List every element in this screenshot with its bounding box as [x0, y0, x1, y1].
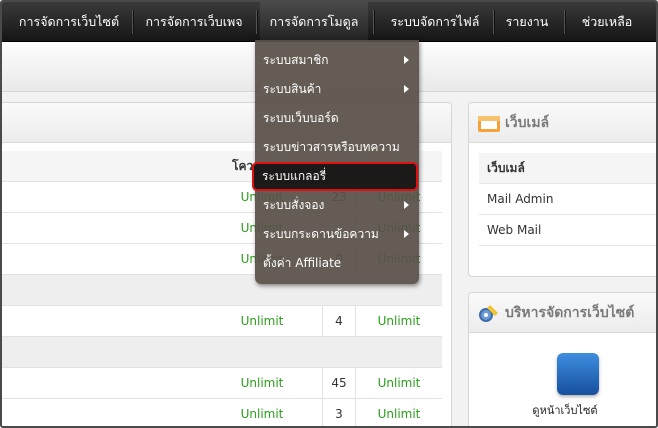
menu-item-label: ระบบสั่งจอง — [263, 198, 325, 212]
menu-item-label: ระบบกระดานข้อความ — [263, 227, 379, 241]
nav-separator — [373, 10, 374, 34]
nav-item-website-management[interactable]: การจัดการเว็บไซต์ — [10, 2, 128, 42]
table-row: Unlimit 3 Unlimit — [2, 399, 442, 426]
quota-limit-cell: Unlimit — [355, 399, 442, 426]
site-admin-panel: บริหารจัดการเว็บไซต์ ดูหน้าเว็บไซต์ — [468, 292, 656, 426]
webmail-column-header: เว็บเมล์ — [479, 153, 656, 184]
menu-item-label: ระบบข่าวสารหรือบทความ — [263, 140, 400, 154]
count-cell: 45 — [322, 368, 355, 399]
nav-separator — [564, 10, 565, 34]
submenu-arrow-icon — [404, 230, 409, 238]
webmail-panel: เว็บเมล์ เว็บเมล์ Mail Admin Web Mail — [468, 102, 656, 277]
menu-item-news-system[interactable]: ระบบข่าวสารหรือบทความ — [255, 133, 419, 162]
nav-separator — [493, 10, 494, 34]
menu-item-label: ระบบเว็บบอร์ด — [263, 111, 339, 125]
menu-item-affiliate-settings[interactable]: ตั้งค่า Affiliate — [255, 249, 419, 278]
submenu-arrow-icon — [404, 201, 409, 209]
menu-item-label: ตั้งค่า Affiliate — [263, 256, 342, 270]
menu-item-product-system[interactable]: ระบบสินค้า — [255, 75, 419, 104]
nav-item-webpage-management[interactable]: การจัดการเว็บเพจ — [138, 2, 250, 42]
quota-limit-cell: Unlimit — [355, 306, 442, 337]
quota-limit-cell: Unlimit — [355, 368, 442, 399]
nav-item-help[interactable]: ช่วยเหลือ — [568, 2, 646, 42]
globe-icon[interactable] — [557, 353, 599, 395]
submenu-arrow-icon — [404, 56, 409, 64]
nav-item-file-management[interactable]: ระบบจัดการไฟล์ — [380, 2, 490, 42]
menu-item-webboard-system[interactable]: ระบบเว็บบอร์ด — [255, 104, 419, 133]
table-group-row — [2, 337, 442, 368]
menu-item-message-board-system[interactable]: ระบบกระดานข้อความ — [255, 220, 419, 249]
view-site-link[interactable]: ดูหน้าเว็บไซต์ — [469, 401, 656, 419]
count-cell: 3 — [322, 399, 355, 426]
site-admin-panel-title: บริหารจัดการเว็บไซต์ — [505, 305, 635, 321]
submenu-arrow-icon — [404, 85, 409, 93]
nav-separator — [256, 10, 257, 34]
menu-item-member-system[interactable]: ระบบสมาชิก — [255, 46, 419, 75]
gear-pencil-icon — [479, 305, 498, 322]
menu-item-gallery-system[interactable]: ระบบแกลอรี่ — [252, 162, 418, 191]
nav-item-module-management[interactable]: การจัดการโมดูล — [260, 2, 368, 42]
table-row: Unlimit 45 Unlimit — [2, 368, 442, 399]
menu-item-label: ระบบสมาชิก — [263, 53, 329, 67]
mail-folder-icon — [478, 116, 500, 132]
webmail-link-web-mail[interactable]: Web Mail — [479, 215, 656, 246]
menu-item-label: ระบบแกลอรี่ — [262, 169, 327, 183]
top-navigation-bar: การจัดการเว็บไซต์ การจัดการเว็บเพจ การจั… — [2, 2, 656, 42]
table-row: Unlimit 4 Unlimit — [2, 306, 442, 337]
webmail-panel-title: เว็บเมล์ — [505, 115, 550, 131]
count-cell: 4 — [322, 306, 355, 337]
menu-item-label: ระบบสินค้า — [263, 82, 322, 96]
webmail-link-mail-admin[interactable]: Mail Admin — [479, 184, 656, 215]
app-window: การจัดการเว็บไซต์ การจัดการเว็บเพจ การจั… — [0, 0, 658, 428]
nav-separator — [132, 10, 133, 34]
nav-item-reports[interactable]: รายงาน — [498, 2, 556, 42]
quota-limit-cell: Unlimit — [240, 376, 284, 390]
webmail-panel-header: เว็บเมล์ — [469, 103, 656, 143]
site-admin-panel-header: บริหารจัดการเว็บไซต์ — [469, 293, 656, 333]
quota-limit-cell: Unlimit — [240, 407, 284, 421]
quota-limit-cell: Unlimit — [240, 314, 284, 328]
menu-item-booking-system[interactable]: ระบบสั่งจอง — [255, 191, 419, 220]
